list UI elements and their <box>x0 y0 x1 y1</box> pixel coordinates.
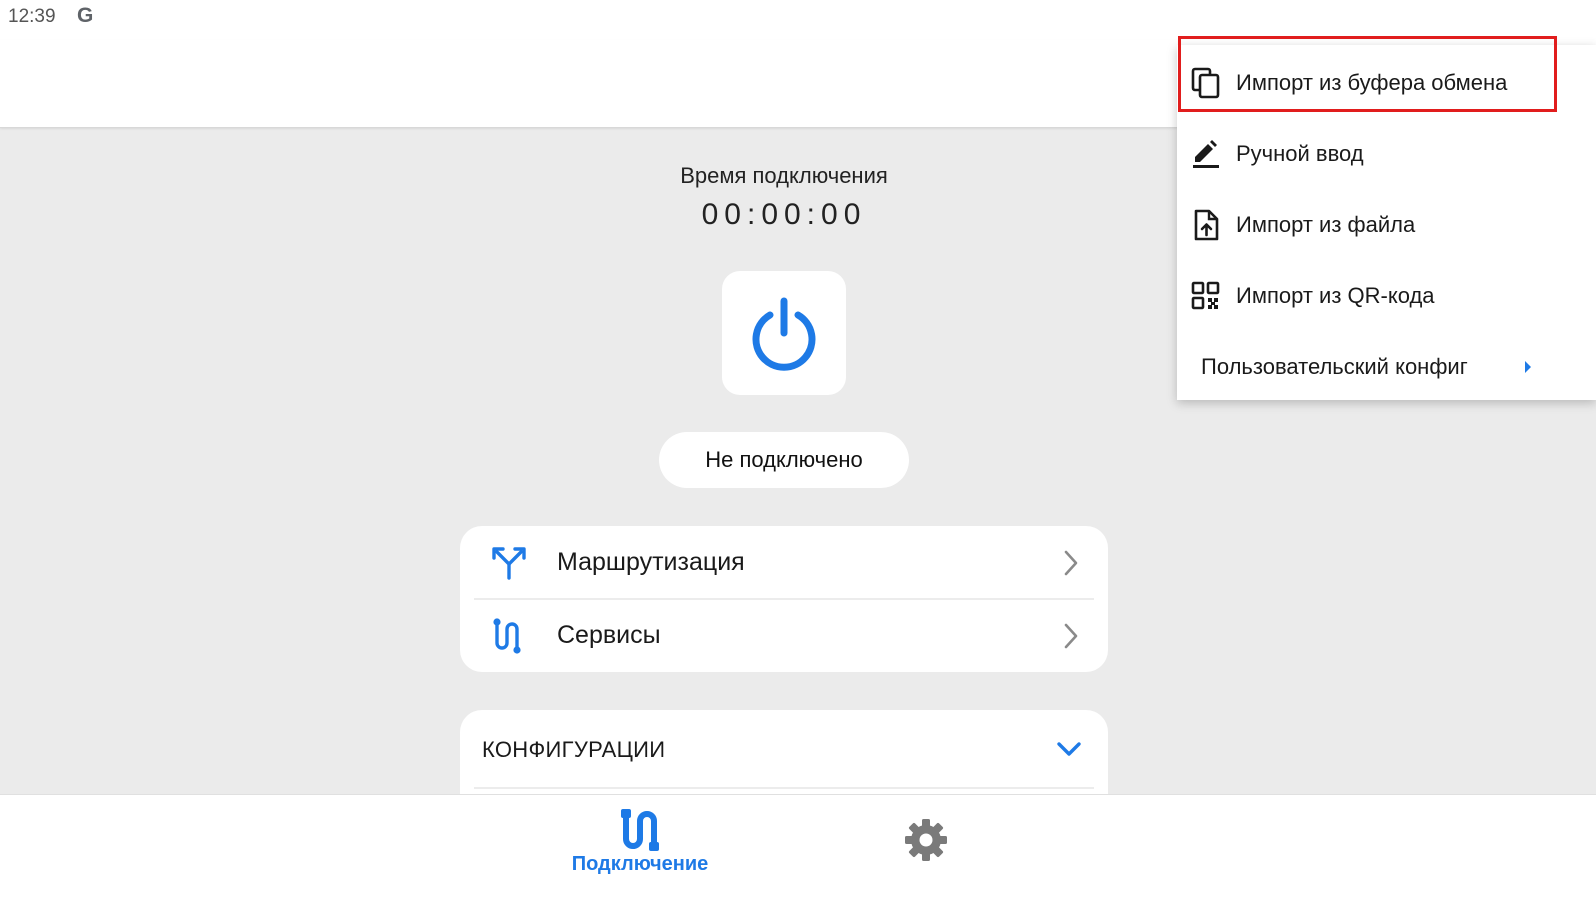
configurations-divider <box>474 787 1094 789</box>
tab-settings[interactable] <box>896 795 956 897</box>
menu-item-label: Ручной ввод <box>1236 141 1364 166</box>
gear-icon <box>905 819 947 861</box>
bottom-navigation: Подключение <box>0 794 1596 897</box>
menu-item-import-qr[interactable]: Импорт из QR-кода <box>1177 260 1596 331</box>
routing-row[interactable]: Маршрутизация <box>460 526 1108 599</box>
chevron-right-icon <box>1064 623 1078 649</box>
menu-item-custom-config[interactable]: Пользовательский конфиг <box>1177 331 1596 402</box>
file-upload-icon <box>1194 209 1219 241</box>
power-button[interactable] <box>722 271 846 395</box>
status-bar: 12:39 G <box>0 0 1596 40</box>
configurations-title: КОНФИГУРАЦИИ <box>482 737 666 762</box>
connection-status-text: Не подключено <box>705 447 863 472</box>
routing-label: Маршрутизация <box>557 548 745 576</box>
google-icon: G <box>77 4 94 27</box>
chevron-right-icon <box>1064 550 1078 576</box>
services-row[interactable]: Сервисы <box>460 599 1108 672</box>
menu-item-manual-input[interactable]: Ручной ввод <box>1177 118 1596 189</box>
chevron-down-icon[interactable] <box>1056 738 1082 760</box>
menu-item-import-file[interactable]: Импорт из файла <box>1177 189 1596 260</box>
menu-item-label: Импорт из буфера обмена <box>1236 70 1508 95</box>
connection-icon <box>621 809 659 851</box>
tab-connection-label: Подключение <box>571 853 709 875</box>
menu-item-label: Пользовательский конфиг <box>1201 354 1468 379</box>
connection-status-badge: Не подключено <box>659 432 909 488</box>
edit-pen-icon <box>1193 140 1219 168</box>
navigation-card: Маршрутизация Сервисы <box>460 526 1108 672</box>
add-config-menu: Импорт из буфера обмена Ручной ввод Импо… <box>1177 45 1596 400</box>
clipboard-copy-icon <box>1191 67 1220 99</box>
qr-code-icon <box>1191 281 1220 310</box>
power-icon <box>752 297 816 371</box>
menu-item-label: Импорт из файла <box>1236 212 1416 237</box>
menu-item-label: Импорт из QR-кода <box>1236 283 1435 308</box>
services-label: Сервисы <box>557 621 661 649</box>
tab-connection[interactable]: Подключение <box>560 795 720 897</box>
routing-icon <box>492 547 526 580</box>
menu-item-import-clipboard[interactable]: Импорт из буфера обмена <box>1177 47 1596 118</box>
status-time: 12:39 <box>8 6 56 27</box>
chevron-right-icon <box>1525 361 1531 373</box>
services-icon <box>493 618 521 654</box>
